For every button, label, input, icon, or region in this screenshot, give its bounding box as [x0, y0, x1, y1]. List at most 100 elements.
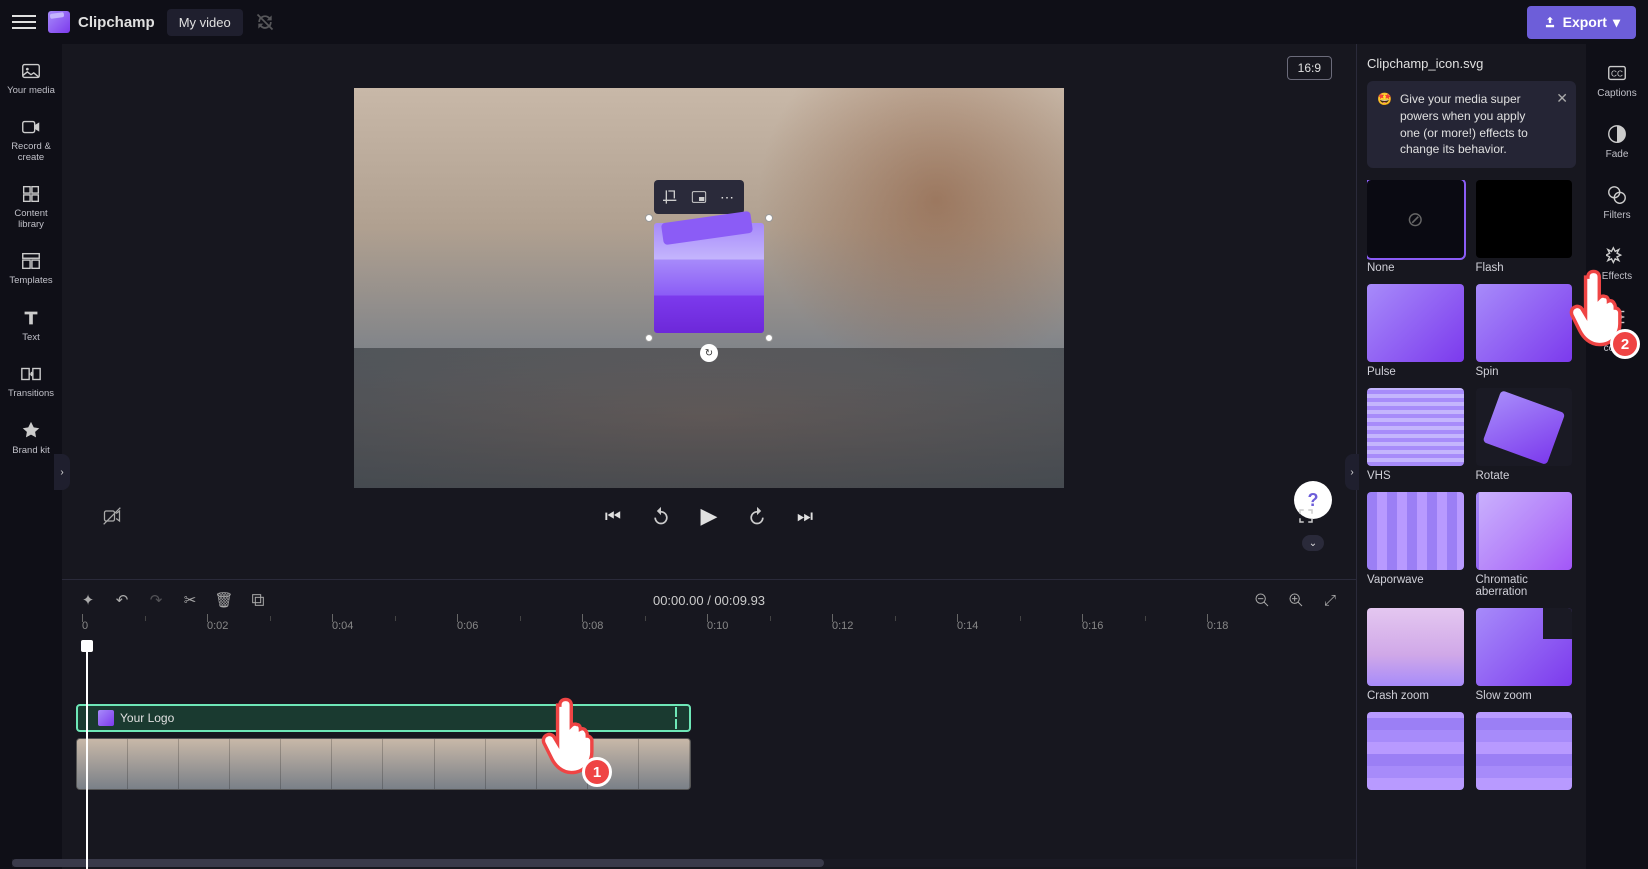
- brand-kit-icon: [20, 420, 42, 442]
- effect-label: None: [1367, 262, 1464, 274]
- ruler-tick: 0:18: [1207, 620, 1228, 632]
- brand[interactable]: Clipchamp: [48, 11, 155, 33]
- text-icon: [20, 307, 42, 329]
- effect-slow-zoom[interactable]: Slow zoom: [1476, 608, 1573, 702]
- forward-button[interactable]: [743, 502, 771, 530]
- effect-pulse[interactable]: Pulse: [1367, 284, 1464, 378]
- sidebar-item-fade[interactable]: Fade: [1589, 113, 1645, 170]
- effect-crash-zoom[interactable]: Crash zoom: [1367, 608, 1464, 702]
- sidebar-item-brand-kit[interactable]: Brand kit: [3, 412, 59, 464]
- effect-vhs[interactable]: VHS: [1367, 388, 1464, 482]
- effects-grid: ⊘ None FlashPulseSpinVHSRotateVaporwave Chr…: [1367, 180, 1576, 794]
- resize-handle-bl[interactable]: [645, 334, 653, 342]
- ruler-tick: 0:12: [832, 620, 853, 632]
- center-column: 16:9 ⋯ ↻: [62, 44, 1356, 869]
- resize-handle-br[interactable]: [765, 334, 773, 342]
- sidebar-item-effects[interactable]: Effects: [1589, 235, 1645, 292]
- effect-none[interactable]: ⊘ None: [1367, 180, 1464, 274]
- effect-thumb: [1367, 284, 1464, 362]
- hamburger-menu[interactable]: [12, 10, 36, 34]
- sidebar-item-content-library[interactable]: Content library: [3, 175, 59, 238]
- rewind-button[interactable]: [647, 502, 675, 530]
- aspect-ratio-button[interactable]: 16:9: [1287, 56, 1332, 80]
- video-clip[interactable]: [76, 738, 691, 790]
- sidebar-item-adjust-colors[interactable]: Adjust colors: [1589, 296, 1645, 364]
- library-icon: [20, 183, 42, 205]
- upload-icon: [1543, 15, 1557, 29]
- sidebar-item-templates[interactable]: Templates: [3, 242, 59, 294]
- play-button[interactable]: ▶: [695, 502, 723, 530]
- playhead[interactable]: [86, 646, 88, 869]
- clip-thumb-icon: [98, 710, 114, 726]
- skip-forward-button[interactable]: ⏭: [791, 502, 819, 530]
- video-canvas[interactable]: ⋯ ↻: [354, 88, 1064, 488]
- split-button[interactable]: ✂: [180, 590, 200, 610]
- effect-thumb: [1367, 712, 1464, 790]
- clip-grip-right[interactable]: [675, 707, 681, 729]
- effect-item[interactable]: [1476, 712, 1573, 794]
- crop-button[interactable]: [658, 184, 684, 210]
- sidebar-item-transitions[interactable]: Transitions: [3, 355, 59, 407]
- effect-thumb: [1476, 388, 1573, 466]
- resize-handle-tl[interactable]: [645, 214, 653, 222]
- effect-item[interactable]: [1367, 712, 1464, 794]
- main-area: Your media Record & create Content libra…: [0, 44, 1648, 869]
- effect-thumb: [1367, 492, 1464, 570]
- effect-vaporwave[interactable]: Vaporwave: [1367, 492, 1464, 598]
- sidebar-item-text[interactable]: Text: [3, 299, 59, 351]
- media-icon: [20, 60, 42, 82]
- effect-spin[interactable]: Spin: [1476, 284, 1573, 378]
- ruler-tick: 0:06: [457, 620, 478, 632]
- tip-close-button[interactable]: ✕: [1556, 89, 1568, 109]
- zoom-in-button[interactable]: [1286, 590, 1306, 610]
- more-button[interactable]: ⋯: [714, 184, 740, 210]
- duplicate-button[interactable]: [248, 590, 268, 610]
- delete-button[interactable]: 🗑: [214, 590, 234, 610]
- video-name-input[interactable]: My video: [167, 9, 243, 36]
- timeline-ruler[interactable]: 00:020:040:060:080:100:120:140:160:18: [74, 620, 1356, 646]
- effect-thumb: [1476, 180, 1573, 258]
- sidebar-item-record-create[interactable]: Record & create: [3, 108, 59, 171]
- rotate-handle[interactable]: ↻: [700, 344, 718, 362]
- pip-button[interactable]: [686, 184, 712, 210]
- filters-icon: [1606, 184, 1628, 206]
- magic-button[interactable]: ✦: [78, 590, 98, 610]
- right-sidebar: CC Captions Fade Filters Effects Adjust …: [1586, 44, 1648, 869]
- effect-thumb: ⊘: [1367, 180, 1464, 258]
- effect-thumb: [1476, 492, 1573, 570]
- ruler-tick: 0:08: [582, 620, 603, 632]
- detach-audio-button[interactable]: [98, 502, 126, 530]
- fullscreen-button[interactable]: [1292, 502, 1320, 530]
- sidebar-item-filters[interactable]: Filters: [1589, 174, 1645, 231]
- skip-back-button[interactable]: ⏮: [599, 502, 627, 530]
- export-button[interactable]: Export ▾: [1527, 6, 1636, 39]
- effect-thumb: [1476, 608, 1573, 686]
- effect-rotate[interactable]: Rotate: [1476, 388, 1573, 482]
- zoom-out-button[interactable]: [1252, 590, 1272, 610]
- ruler-tick: 0:16: [1082, 620, 1103, 632]
- sidebar-item-your-media[interactable]: Your media: [3, 52, 59, 104]
- ruler-tick: 0:14: [957, 620, 978, 632]
- undo-button[interactable]: ↶: [112, 590, 132, 610]
- scrollbar-thumb[interactable]: [12, 859, 824, 867]
- fit-button[interactable]: ⤢: [1320, 590, 1340, 610]
- effect-chromatic-aberration[interactable]: Chromatic aberration: [1476, 492, 1573, 598]
- sidebar-item-captions[interactable]: CC Captions: [1589, 52, 1645, 109]
- tip-card: 🤩 Give your media super powers when you …: [1367, 81, 1576, 168]
- overlay-clip[interactable]: Your Logo: [76, 704, 691, 732]
- collapse-panel-button[interactable]: ›: [1345, 454, 1359, 490]
- effect-label: Chromatic aberration: [1476, 574, 1573, 598]
- sync-off-icon[interactable]: [255, 12, 275, 32]
- fade-icon: [1606, 123, 1628, 145]
- resize-handle-tr[interactable]: [765, 214, 773, 222]
- effect-flash[interactable]: Flash: [1476, 180, 1573, 274]
- redo-button[interactable]: ↷: [146, 590, 166, 610]
- panel-title: Clipchamp_icon.svg: [1367, 56, 1576, 71]
- timeline-tracks[interactable]: Your Logo 1: [74, 646, 1356, 869]
- timeline: ✦ ↶ ↷ ✂ 🗑 00:00.00 / 00:09.93 ⤢ 00:020:0…: [62, 579, 1356, 869]
- timeline-toolbar: ✦ ↶ ↷ ✂ 🗑 00:00.00 / 00:09.93 ⤢: [62, 580, 1356, 620]
- effect-thumb: [1476, 712, 1573, 790]
- ruler-tick: 0:02: [207, 620, 228, 632]
- transitions-icon: [20, 363, 42, 385]
- selected-overlay-element[interactable]: ⋯ ↻: [649, 218, 769, 338]
